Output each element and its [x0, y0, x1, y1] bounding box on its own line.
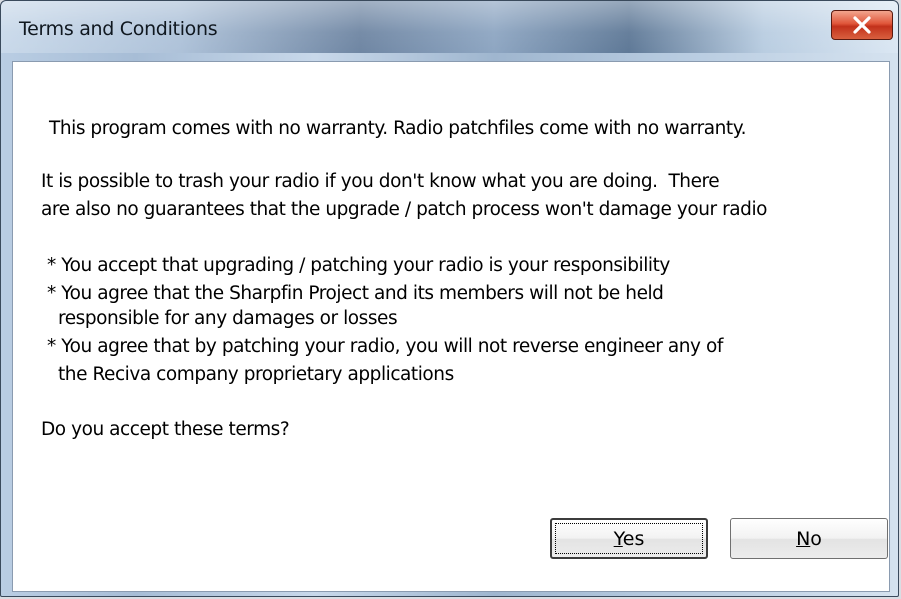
risk-text-line1: It is possible to trash your radio if yo…	[41, 171, 720, 192]
yes-button[interactable]: Yes	[550, 518, 708, 559]
no-button-label: No	[796, 527, 822, 550]
bullet-sharpfin-line2: responsible for any damages or losses	[58, 308, 398, 329]
warranty-text: This program comes with no warranty. Rad…	[49, 118, 747, 139]
close-button[interactable]	[831, 10, 893, 40]
window-title: Terms and Conditions	[19, 18, 218, 40]
bullet-reverse-line2: the Reciva company proprietary applicati…	[58, 364, 454, 385]
bullet-responsibility: * You accept that upgrading / patching y…	[47, 255, 670, 276]
bullet-sharpfin-line1: * You agree that the Sharpfin Project an…	[47, 283, 664, 304]
close-x-icon	[853, 16, 871, 34]
dialog-content: This program comes with no warranty. Rad…	[12, 61, 890, 592]
risk-text-line2: are also no guarantees that the upgrade …	[41, 199, 768, 220]
title-bar[interactable]: Terms and Conditions	[1, 1, 898, 53]
accept-question: Do you accept these terms?	[41, 419, 290, 440]
bullet-reverse-line1: * You agree that by patching your radio,…	[47, 336, 723, 357]
no-button[interactable]: No	[730, 518, 888, 559]
yes-button-label: Yes	[613, 527, 645, 550]
dialog-window: Terms and Conditions This program comes …	[0, 0, 899, 597]
